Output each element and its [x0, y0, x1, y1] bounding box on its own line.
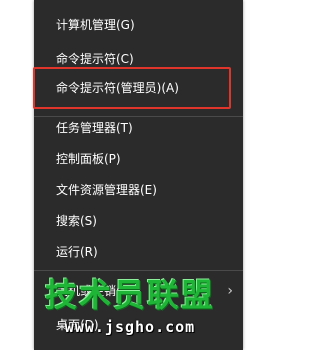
- menu-item-label: 控制面板(P): [56, 152, 121, 166]
- menu-item-label: 任务管理器(T): [56, 121, 133, 135]
- menu-separator: [34, 270, 243, 271]
- menu-item-desktop[interactable]: 桌面(D): [34, 308, 243, 342]
- menu-item-control-panel[interactable]: 控制面板(P): [34, 142, 243, 176]
- menu-item-computer-management[interactable]: 计算机管理(G): [34, 8, 243, 42]
- menu-item-label: 搜索(S): [56, 214, 97, 228]
- winx-context-menu: 计算机管理(G) 命令提示符(C) 命令提示符(管理员)(A) 任务管理器(T)…: [34, 0, 243, 350]
- menu-item-search[interactable]: 搜索(S): [34, 204, 243, 238]
- menu-item-shutdown-signout[interactable]: 关机或注销(U) ›: [34, 274, 243, 308]
- menu-item-label: 文件资源管理器(E): [56, 183, 157, 197]
- menu-item-file-explorer[interactable]: 文件资源管理器(E): [34, 173, 243, 207]
- menu-item-label: 关机或注销(U): [56, 284, 135, 298]
- menu-item-task-manager[interactable]: 任务管理器(T): [34, 111, 243, 145]
- menu-item-label: 计算机管理(G): [56, 18, 135, 32]
- screenshot-frame: 计算机管理(G) 命令提示符(C) 命令提示符(管理员)(A) 任务管理器(T)…: [0, 0, 259, 350]
- menu-item-label: 运行(R): [56, 245, 98, 259]
- annotation-highlight-box: [33, 67, 231, 109]
- menu-item-label: 桌面(D): [56, 318, 99, 332]
- menu-item-run[interactable]: 运行(R): [34, 235, 243, 269]
- chevron-right-icon: ›: [227, 283, 233, 299]
